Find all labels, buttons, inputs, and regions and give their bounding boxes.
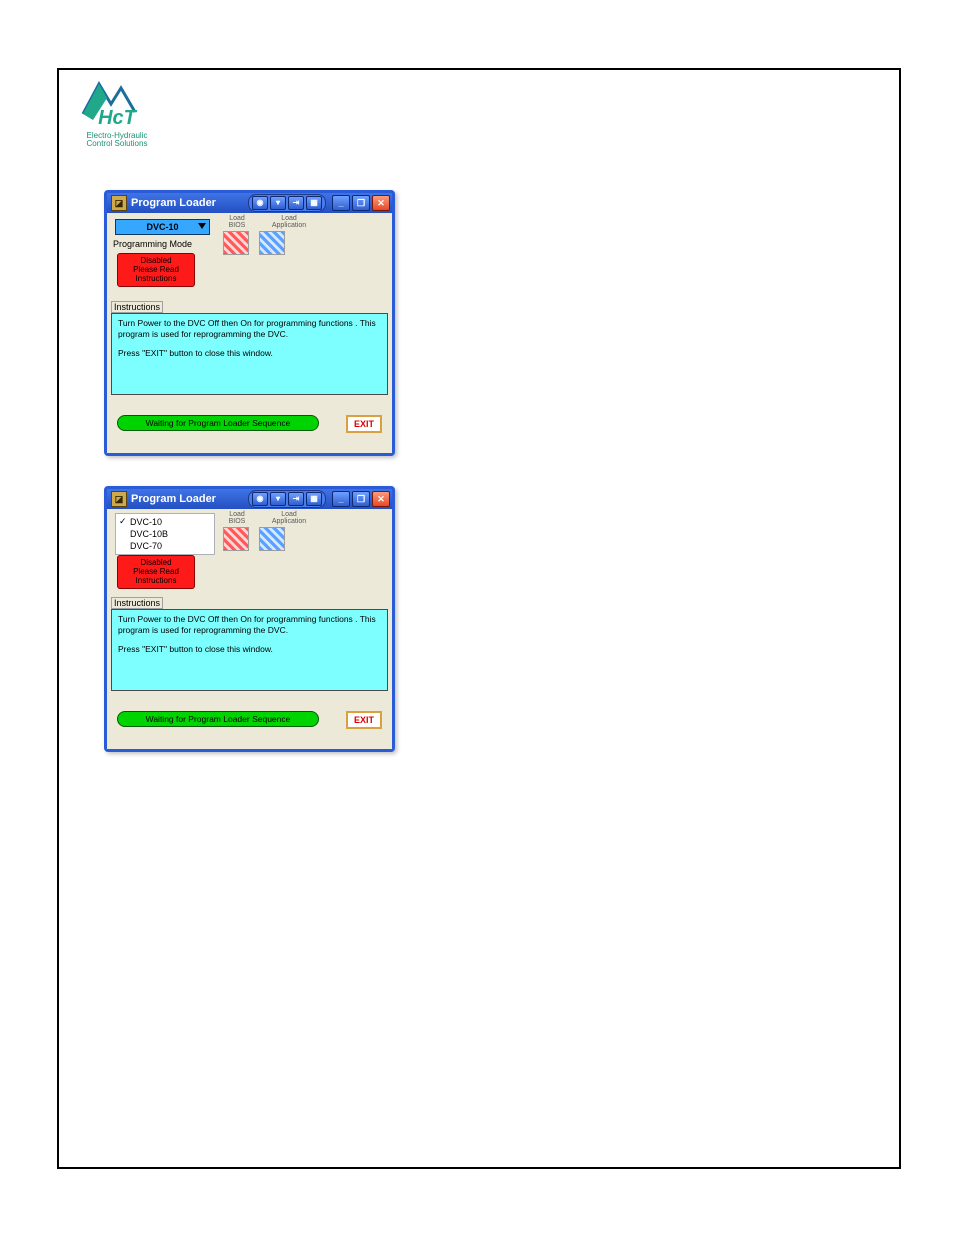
device-option-dvc10b[interactable]: DVC-10B [116,528,214,540]
exit-button[interactable]: EXIT [346,711,382,729]
restore-button[interactable]: ❐ [352,195,370,211]
window-title: Program Loader [131,197,216,209]
mode-status-line2: Please Read [120,265,192,274]
tool-down-icon[interactable]: ▾ [270,492,286,506]
tool-down-icon[interactable]: ▾ [270,196,286,210]
mode-status-box: Disabled Please Read Instructions [117,555,195,589]
programming-mode-label: Programming Mode [113,239,192,249]
load-labels: Load BIOS Load Application [219,511,307,525]
load-bios-label: Load BIOS [219,215,255,229]
instructions-paragraph-1: Turn Power to the DVC Off then On for pr… [118,318,381,340]
svg-text:HcT: HcT [98,107,138,129]
mode-status-box: Disabled Please Read Instructions [117,253,195,287]
device-option-dvc10[interactable]: DVC-10 [116,516,214,528]
instructions-heading: Instructions [111,301,163,313]
minimize-button[interactable]: _ [332,195,350,211]
status-pill: Waiting for Program Loader Sequence [117,711,319,727]
titlebar[interactable]: ◪ Program Loader ◉ ▾ ⇥ ▦ _ ❐ ✕ [107,489,392,509]
device-dropdown-list[interactable]: DVC-10 DVC-10B DVC-70 [115,513,215,555]
instructions-paragraph-1: Turn Power to the DVC Off then On for pr… [118,614,381,636]
device-dropdown[interactable]: DVC-10 [115,219,210,235]
mode-status-line2: Please Read [120,567,192,576]
titlebar-tool-group: ◉ ▾ ⇥ ▦ [248,194,326,212]
load-application-button[interactable] [259,231,285,255]
program-loader-window-open: ◪ Program Loader ◉ ▾ ⇥ ▦ _ ❐ ✕ DVC-10 DV… [104,486,395,752]
instructions-text: Turn Power to the DVC Off then On for pr… [111,313,388,395]
window-title: Program Loader [131,493,216,505]
load-labels: Load BIOS Load Application [219,215,307,229]
load-bios-button[interactable] [223,527,249,551]
load-bios-button[interactable] [223,231,249,255]
instructions-heading: Instructions [111,597,163,609]
tool-export-icon[interactable]: ⇥ [288,196,304,210]
instructions-text: Turn Power to the DVC Off then On for pr… [111,609,388,691]
app-icon: ◪ [111,491,127,507]
tool-export-icon[interactable]: ⇥ [288,492,304,506]
status-pill: Waiting for Program Loader Sequence [117,415,319,431]
app-icon: ◪ [111,195,127,211]
load-bios-label: Load BIOS [219,511,255,525]
mode-status-line1: Disabled [120,256,192,265]
load-application-button[interactable] [259,527,285,551]
program-loader-window: ◪ Program Loader ◉ ▾ ⇥ ▦ _ ❐ ✕ DVC-10 Pr… [104,190,395,456]
minimize-button[interactable]: _ [332,491,350,507]
hct-logo: HcT Electro-Hydraulic Control Solutions [73,78,161,149]
mode-status-line3: Instructions [120,274,192,283]
tool-grid-icon[interactable]: ▦ [306,196,322,210]
device-dropdown-value: DVC-10 [146,222,178,232]
titlebar[interactable]: ◪ Program Loader ◉ ▾ ⇥ ▦ _ ❐ ✕ [107,193,392,213]
tool-eye-icon[interactable]: ◉ [252,492,268,506]
instructions-paragraph-2: Press "EXIT" button to close this window… [118,348,381,359]
instructions-paragraph-2: Press "EXIT" button to close this window… [118,644,381,655]
chevron-down-icon [198,223,206,229]
titlebar-tool-group: ◉ ▾ ⇥ ▦ [248,490,326,508]
tool-eye-icon[interactable]: ◉ [252,196,268,210]
window-body: DVC-10 DVC-10B DVC-70 Disabled Please Re… [107,509,392,749]
mountain-logo-icon: HcT [81,78,153,130]
device-option-dvc70[interactable]: DVC-70 [116,540,214,552]
load-application-label: Load Application [271,511,307,525]
window-body: DVC-10 Programming Mode Disabled Please … [107,213,392,453]
close-button[interactable]: ✕ [372,195,390,211]
tool-grid-icon[interactable]: ▦ [306,492,322,506]
close-button[interactable]: ✕ [372,491,390,507]
restore-button[interactable]: ❐ [352,491,370,507]
mode-status-line3: Instructions [120,576,192,585]
exit-button[interactable]: EXIT [346,415,382,433]
logo-tagline-2: Control Solutions [73,140,161,148]
load-application-label: Load Application [271,215,307,229]
mode-status-line1: Disabled [120,558,192,567]
document-frame: HcT Electro-Hydraulic Control Solutions … [57,68,901,1169]
